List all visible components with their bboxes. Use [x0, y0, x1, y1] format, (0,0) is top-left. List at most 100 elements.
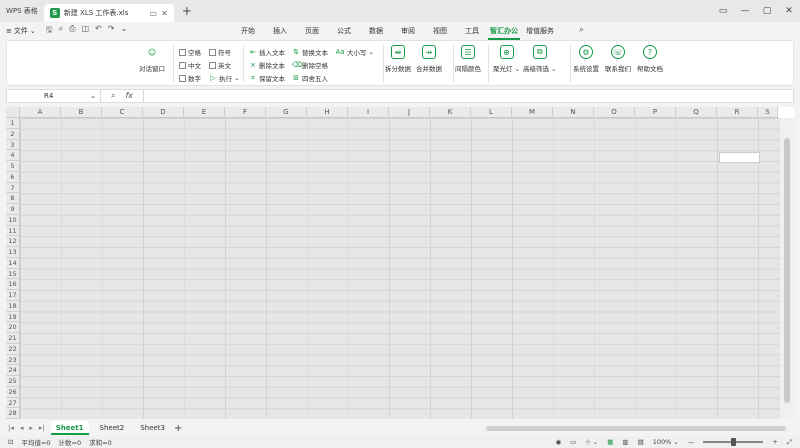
tab-review[interactable]: 审阅	[392, 22, 424, 40]
spotlight-button[interactable]: ⊕ 聚光灯 ⌄	[493, 45, 520, 73]
tab-data[interactable]: 数据	[360, 22, 392, 40]
eye-protection-icon[interactable]: ◉	[555, 438, 561, 446]
close-window-icon[interactable]: ✕	[778, 0, 800, 22]
keep-text-button[interactable]: ⌗ 保留文本	[249, 73, 285, 83]
redo-icon[interactable]: ↷	[108, 24, 115, 38]
row-header[interactable]: 15	[6, 268, 20, 280]
page-layout-view-icon[interactable]: ▥	[622, 438, 628, 446]
dialog-window-button[interactable]: ☺ 对话窗口	[139, 45, 165, 74]
add-sheet-button[interactable]: +	[174, 423, 182, 434]
document-tab[interactable]: S 新建 XLS 工作表.xls ▭ ✕	[43, 4, 174, 22]
tab-insert[interactable]: 插入	[264, 22, 296, 40]
checkbox-chinese[interactable]: 中文	[179, 60, 201, 70]
row-header[interactable]: 1	[6, 118, 20, 129]
row-header[interactable]: 18	[6, 300, 20, 312]
checkbox-english[interactable]: 英文	[209, 60, 231, 70]
column-header[interactable]: G	[266, 107, 307, 118]
tab-value-added[interactable]: 增值服务	[520, 22, 560, 40]
column-header[interactable]: O	[594, 107, 635, 118]
prev-sheet-icon[interactable]: ◂	[20, 424, 24, 432]
row-header[interactable]: 28	[6, 408, 20, 419]
row-header[interactable]: 13	[6, 247, 20, 258]
row-header[interactable]: 17	[6, 290, 20, 301]
row-header[interactable]: 4	[6, 150, 20, 161]
new-tab-button[interactable]: +	[182, 4, 192, 18]
column-header[interactable]: F	[225, 107, 266, 118]
row-header[interactable]: 7	[6, 182, 20, 194]
row-header[interactable]: 25	[6, 376, 20, 387]
last-sheet-icon[interactable]: ▸|	[39, 424, 45, 432]
row-header[interactable]: 11	[6, 225, 20, 237]
name-box[interactable]: R4 ⌄	[7, 90, 101, 102]
row-header[interactable]: 23	[6, 354, 20, 366]
row-header[interactable]: 6	[6, 171, 20, 183]
print-icon[interactable]: ⎙	[69, 24, 75, 38]
system-settings-button[interactable]: ⚙ 系统设置	[573, 45, 599, 73]
zoom-slider[interactable]	[703, 438, 764, 446]
search-icon[interactable]: ⌕	[579, 25, 584, 35]
tab-formula[interactable]: 公式	[328, 22, 360, 40]
column-header[interactable]: D	[143, 107, 184, 118]
row-header[interactable]: 2	[6, 128, 20, 140]
minimize-icon[interactable]: —	[734, 0, 756, 22]
row-header[interactable]: 3	[6, 139, 20, 151]
row-header[interactable]: 21	[6, 333, 20, 344]
save-icon[interactable]: 🖫	[46, 24, 53, 38]
column-header[interactable]: L	[471, 107, 512, 118]
advanced-filter-button[interactable]: ⧉ 高级筛选 ⌄	[523, 45, 557, 73]
column-header[interactable]: Q	[676, 107, 717, 118]
help-doc-button[interactable]: ? 帮助文档	[637, 45, 663, 73]
split-data-button[interactable]: ⇹ 拆分数据	[385, 45, 411, 73]
row-header[interactable]: 14	[6, 257, 20, 269]
row-header[interactable]: 12	[6, 236, 20, 247]
column-header[interactable]: K	[430, 107, 471, 118]
open-icon[interactable]: ⌕	[59, 24, 63, 38]
print-preview-icon[interactable]: ◫	[81, 24, 89, 38]
select-all-corner[interactable]	[6, 107, 20, 118]
delete-text-button[interactable]: ⨯ 删除文本	[249, 60, 285, 70]
tab-view[interactable]: 视图	[424, 22, 456, 40]
row-header[interactable]: 19	[6, 311, 20, 323]
column-header[interactable]: N	[553, 107, 594, 118]
zoom-slider-knob[interactable]	[731, 438, 737, 446]
column-header[interactable]: A	[20, 107, 61, 118]
vertical-scrollbar[interactable]	[780, 118, 794, 419]
checkbox-symbol[interactable]: 符号	[209, 47, 231, 57]
delete-space-button[interactable]: ⌫ 删除空格	[292, 60, 328, 70]
cell-area[interactable]	[20, 118, 780, 419]
row-header[interactable]: 16	[6, 279, 20, 290]
insert-text-button[interactable]: ⇤ 插入文本	[249, 47, 285, 57]
tab-tools[interactable]: 工具	[456, 22, 488, 40]
case-button[interactable]: Aa 大小写 ⌄	[335, 47, 374, 57]
row-header[interactable]: 8	[6, 193, 20, 204]
column-header[interactable]: C	[102, 107, 143, 118]
sheet-tab-3[interactable]: Sheet3	[135, 421, 170, 435]
horizontal-scrollbar[interactable]	[486, 426, 786, 431]
more-icon[interactable]: ⌄	[120, 24, 127, 38]
column-header[interactable]: M	[512, 107, 553, 118]
page-break-view-icon[interactable]: ▤	[638, 438, 644, 446]
layout-icon[interactable]: ⊹ ⌄	[585, 438, 598, 446]
column-header[interactable]: H	[307, 107, 348, 118]
checkbox-space[interactable]: 空格	[179, 47, 201, 57]
vertical-scroll-thumb[interactable]	[784, 138, 790, 403]
normal-view-icon[interactable]: ▦	[607, 438, 613, 446]
column-header[interactable]: I	[348, 107, 389, 118]
window-layout-icon[interactable]: ▭	[712, 0, 734, 22]
column-header[interactable]: J	[389, 107, 430, 118]
column-header[interactable]: R	[717, 107, 758, 118]
active-cell[interactable]	[719, 152, 760, 163]
screen-icon[interactable]: ▭	[570, 438, 576, 446]
row-header[interactable]: 10	[6, 214, 20, 226]
column-header[interactable]: P	[635, 107, 676, 118]
replace-text-button[interactable]: ⇅ 替换文本	[292, 47, 328, 57]
row-header[interactable]: 5	[6, 161, 20, 172]
row-header[interactable]: 27	[6, 397, 20, 409]
macro-icon[interactable]: ⊡	[8, 438, 13, 446]
sheet-tab-1[interactable]: Sheet1	[50, 421, 89, 435]
next-sheet-icon[interactable]: ▸	[29, 424, 33, 432]
zoom-icon[interactable]: ⌕	[111, 91, 115, 101]
row-header[interactable]: 9	[6, 204, 20, 215]
undo-icon[interactable]: ↶	[95, 24, 102, 38]
column-header[interactable]: S	[758, 107, 778, 118]
